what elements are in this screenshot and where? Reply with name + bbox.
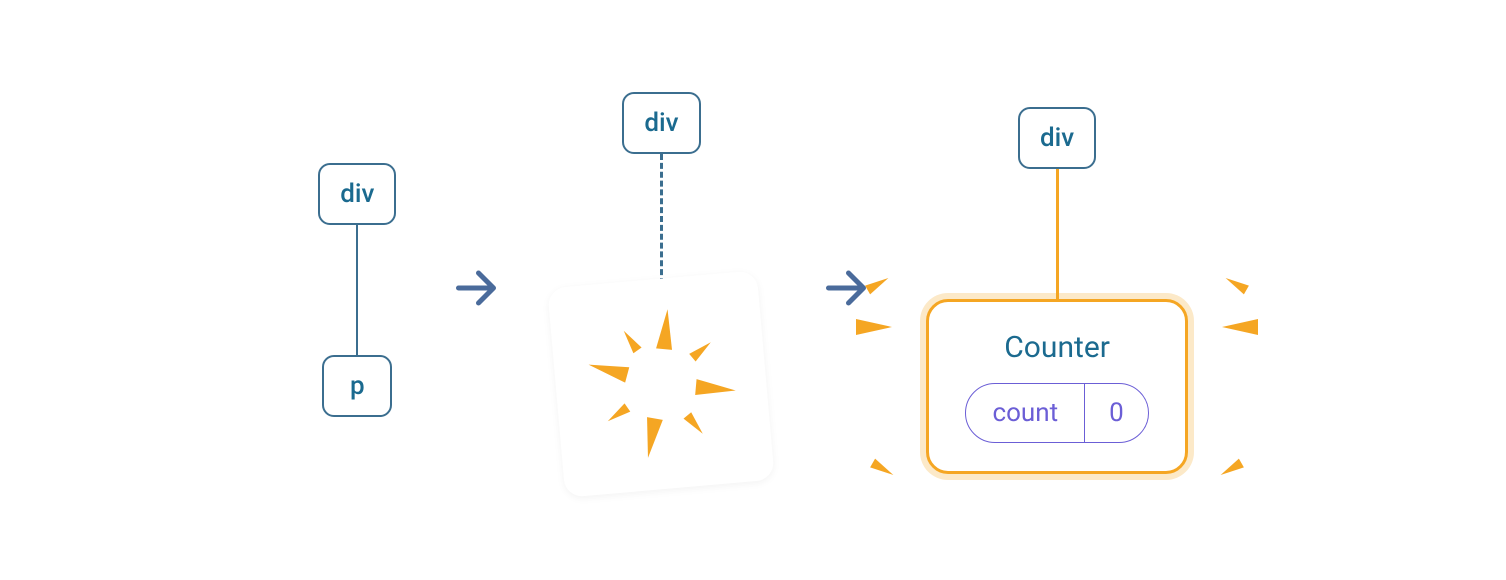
arrow-right-icon [446, 258, 506, 322]
tree-connector-solid [356, 225, 358, 355]
counter-component-card: Counter count 0 [926, 299, 1187, 474]
stage-1-initial-tree: div p [318, 163, 396, 417]
tree-connector-dashed [660, 154, 663, 284]
spark-icon [871, 458, 897, 479]
poof-removed-node [548, 270, 776, 498]
div-node: div [622, 92, 700, 154]
spark-icon [1222, 319, 1258, 335]
stage-3-counter-mounted: div Counter count 0 [926, 107, 1187, 474]
p-node: p [322, 355, 392, 417]
state-pill: count 0 [965, 383, 1148, 443]
spark-icon [1223, 273, 1249, 294]
state-key-label: count [966, 384, 1085, 442]
tree-connector-orange [1056, 169, 1059, 299]
component-name-label: Counter [1004, 330, 1110, 365]
burst-icon [564, 286, 759, 481]
div-node: div [1018, 107, 1096, 169]
state-value-label: 0 [1085, 384, 1148, 442]
spark-icon [856, 319, 892, 335]
spark-icon [1218, 458, 1244, 479]
stage-2-removal: div [556, 92, 766, 489]
div-node: div [318, 163, 396, 225]
